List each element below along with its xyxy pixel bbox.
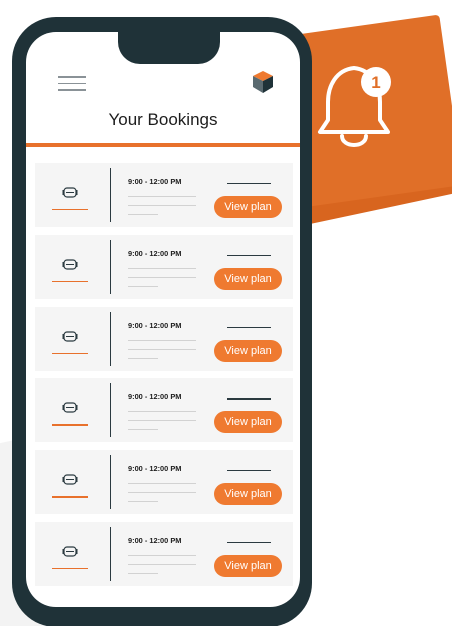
booking-card[interactable]: 9:00 - 12:00 PM View plan	[35, 378, 293, 443]
placeholder-line	[128, 572, 158, 574]
placeholder-line	[227, 470, 271, 472]
car-underline	[52, 424, 88, 426]
placeholder-line	[128, 214, 158, 215]
view-plan-button[interactable]: View plan	[214, 411, 282, 434]
booking-time: 9:00 - 12:00 PM	[128, 320, 182, 330]
booking-card[interactable]: 9:00 - 12:00 PM View plan	[35, 163, 293, 227]
car-icon	[62, 330, 78, 342]
notification-badge-count: 1	[371, 73, 380, 92]
placeholder-line	[128, 429, 158, 431]
placeholder-line	[128, 348, 196, 350]
illustration-canvas: 1 Your Bookings 9:00 - 12:00 PM View pla…	[0, 0, 452, 626]
placeholder-line	[128, 196, 196, 197]
placeholder-line	[227, 254, 271, 256]
view-plan-button[interactable]: View plan	[214, 483, 282, 506]
cube-logo-icon	[253, 71, 273, 93]
booking-card[interactable]: 9:00 - 12:00 PM View plan	[35, 234, 293, 299]
placeholder-line	[128, 492, 196, 494]
car-icon	[62, 474, 78, 485]
placeholder-line	[128, 267, 196, 269]
placeholder-line	[227, 541, 271, 544]
placeholder-line	[227, 183, 271, 185]
car-underline	[52, 567, 88, 570]
car-icon	[62, 402, 78, 413]
card-divider	[110, 311, 112, 366]
booking-time: 9:00 - 12:00 PM	[128, 177, 182, 186]
placeholder-line	[227, 326, 271, 328]
booking-time: 9:00 - 12:00 PM	[128, 392, 182, 402]
card-divider	[110, 239, 112, 294]
placeholder-line	[128, 554, 196, 556]
placeholder-line	[128, 420, 196, 422]
placeholder-line	[227, 398, 271, 400]
bell-icon[interactable]: 1	[314, 56, 404, 156]
booking-card[interactable]: 9:00 - 12:00 PM View plan	[35, 450, 293, 515]
view-plan-button[interactable]: View plan	[214, 267, 282, 290]
view-plan-button[interactable]: View plan	[214, 196, 282, 218]
booking-time: 9:00 - 12:00 PM	[128, 535, 182, 545]
card-divider	[110, 383, 112, 438]
placeholder-line	[128, 501, 158, 503]
page-title: Your Bookings	[108, 110, 218, 129]
car-underline	[52, 496, 88, 498]
card-divider	[110, 455, 112, 510]
phone-notch	[118, 17, 220, 64]
view-plan-button[interactable]: View plan	[214, 339, 282, 362]
car-underline	[52, 352, 88, 354]
booking-card[interactable]: 9:00 - 12:00 PM View plan	[35, 306, 293, 371]
placeholder-line	[128, 339, 196, 341]
booking-time: 9:00 - 12:00 PM	[128, 248, 182, 258]
car-underline	[52, 209, 88, 211]
placeholder-line	[128, 276, 196, 278]
view-plan-button[interactable]: View plan	[214, 554, 282, 577]
car-icon	[62, 187, 78, 198]
car-icon	[62, 259, 78, 270]
placeholder-line	[128, 205, 196, 206]
placeholder-line	[128, 285, 158, 287]
booking-time: 9:00 - 12:00 PM	[128, 464, 182, 474]
car-icon	[62, 546, 78, 557]
placeholder-line	[128, 357, 158, 359]
hamburger-menu-icon[interactable]	[58, 76, 86, 92]
bookings-list: 9:00 - 12:00 PM View plan 9:00 - 12:00 P…	[35, 163, 293, 594]
placeholder-line	[128, 563, 196, 565]
car-underline	[52, 280, 88, 283]
card-divider	[110, 526, 112, 581]
booking-card[interactable]: 9:00 - 12:00 PM View plan	[35, 521, 293, 586]
title-underline	[26, 143, 300, 147]
placeholder-line	[128, 483, 196, 485]
card-divider	[110, 168, 112, 222]
placeholder-line	[128, 411, 196, 413]
